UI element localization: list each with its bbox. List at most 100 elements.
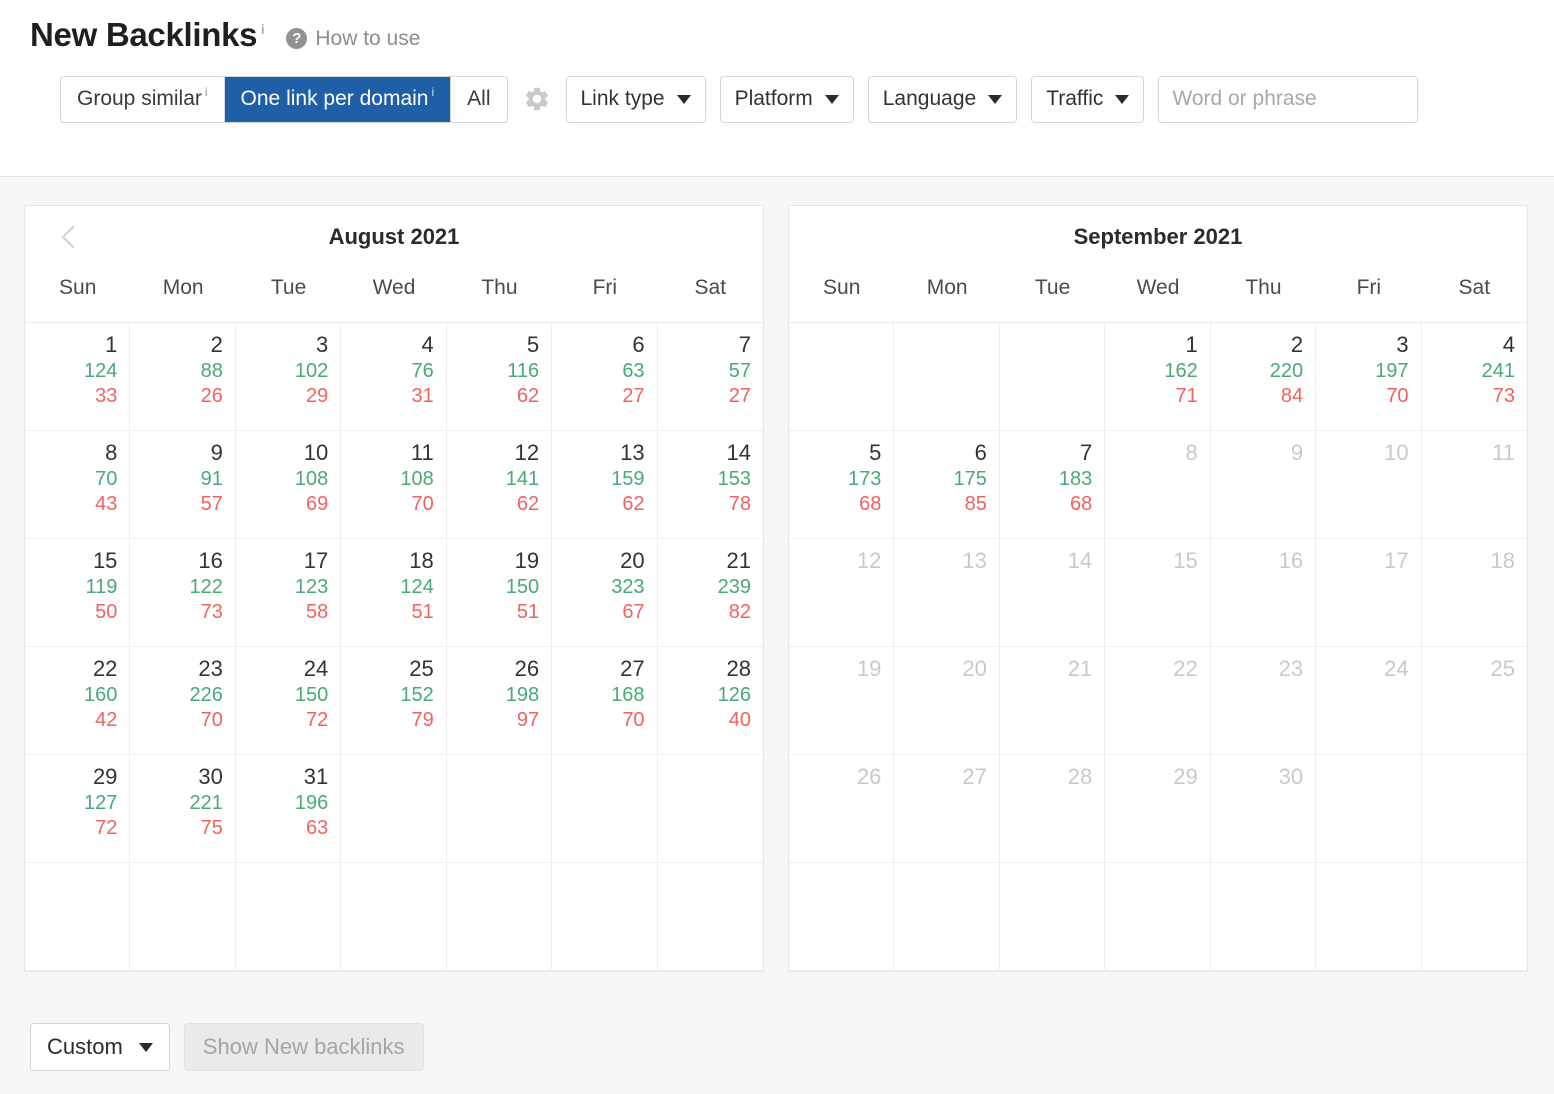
new-links-count: 70 xyxy=(25,467,117,492)
calendar-day-cell[interactable]: 1511950 xyxy=(25,539,130,647)
calendar-day-cell[interactable]: 1010869 xyxy=(236,431,341,539)
calendar-day-cell: 15 xyxy=(1105,539,1210,647)
day-number: 10 xyxy=(1316,439,1408,467)
calendar-day-cell[interactable]: 222084 xyxy=(1211,323,1316,431)
lost-links-count: 67 xyxy=(552,600,644,625)
lost-links-count: 40 xyxy=(658,708,751,733)
day-number: 2 xyxy=(130,331,222,359)
calendar-day-cell: 22 xyxy=(1105,647,1210,755)
new-links-count: 173 xyxy=(789,467,881,492)
weekday-thu: Thu xyxy=(447,268,552,322)
calendar-day-cell[interactable]: 2716870 xyxy=(552,647,657,755)
calendar-day-cell[interactable]: 424173 xyxy=(1422,323,1527,431)
calendar-cell-empty xyxy=(1316,863,1421,971)
new-links-count: 323 xyxy=(552,575,644,600)
day-number: 17 xyxy=(236,547,328,575)
weekday-fri: Fri xyxy=(552,268,657,322)
title-info-superscript[interactable]: i xyxy=(261,21,264,37)
day-number: 1 xyxy=(1105,331,1197,359)
calendar-day-cell[interactable]: 1110870 xyxy=(341,431,446,539)
calendar-day-cell[interactable]: 1712358 xyxy=(236,539,341,647)
day-number: 29 xyxy=(25,763,117,791)
calendar-day-cell[interactable]: 99157 xyxy=(130,431,235,539)
day-number: 8 xyxy=(25,439,117,467)
calendar-day-cell[interactable]: 87043 xyxy=(25,431,130,539)
dropdown-link-type[interactable]: Link type xyxy=(566,76,706,123)
calendar-september-header: September 2021 xyxy=(789,206,1527,268)
calendar-day-cell[interactable]: 517368 xyxy=(789,431,894,539)
calendar-day-cell[interactable]: 1812451 xyxy=(341,539,446,647)
calendar-day-cell[interactable]: 1315962 xyxy=(552,431,657,539)
title-row: New Backlinks i ? How to use xyxy=(30,18,1554,54)
new-links-count: 76 xyxy=(341,359,433,384)
calendar-day-cell[interactable]: 2322670 xyxy=(130,647,235,755)
calendar-day-cell: 19 xyxy=(789,647,894,755)
show-new-backlinks-button[interactable]: Show New backlinks xyxy=(184,1023,424,1071)
lost-links-count: 63 xyxy=(236,816,328,841)
calendar-day-cell[interactable]: 310229 xyxy=(236,323,341,431)
how-to-use-link[interactable]: ? How to use xyxy=(286,27,420,51)
calendar-day-cell[interactable]: 3119663 xyxy=(236,755,341,863)
segment-all[interactable]: All xyxy=(451,77,506,122)
calendar-day-cell[interactable]: 2415072 xyxy=(236,647,341,755)
lost-links-count: 58 xyxy=(236,600,328,625)
calendar-day-cell[interactable]: 1915051 xyxy=(447,539,552,647)
calendar-cell-empty xyxy=(894,323,999,431)
calendar-day-cell[interactable]: 2812640 xyxy=(658,647,763,755)
dropdown-platform[interactable]: Platform xyxy=(720,76,854,123)
calendar-day-cell[interactable]: 112433 xyxy=(25,323,130,431)
new-links-count: 196 xyxy=(236,791,328,816)
calendar-day-cell[interactable]: 2619897 xyxy=(447,647,552,755)
calendar-day-cell[interactable]: 617585 xyxy=(894,431,999,539)
calendar-day-cell[interactable]: 2216042 xyxy=(25,647,130,755)
new-links-count: 88 xyxy=(130,359,222,384)
dropdown-traffic[interactable]: Traffic xyxy=(1031,76,1144,123)
lost-links-count: 57 xyxy=(130,492,222,517)
new-links-count: 241 xyxy=(1422,359,1515,384)
day-number: 30 xyxy=(1211,763,1303,791)
segment-all-label: All xyxy=(467,87,490,111)
day-number: 12 xyxy=(789,547,881,575)
new-links-count: 226 xyxy=(130,683,222,708)
calendar-day-cell[interactable]: 319770 xyxy=(1316,323,1421,431)
calendar-cell-empty xyxy=(552,863,657,971)
calendar-day-cell[interactable]: 75727 xyxy=(658,323,763,431)
prev-month-chevron-left-icon[interactable] xyxy=(55,224,81,250)
calendar-day-cell[interactable]: 116271 xyxy=(1105,323,1210,431)
calendar-day-cell[interactable]: 718368 xyxy=(1000,431,1105,539)
calendar-day-cell: 24 xyxy=(1316,647,1421,755)
segment-one-link-per-domain[interactable]: One link per domaini xyxy=(225,77,452,122)
segment-group-similar-info: i xyxy=(205,85,208,99)
range-preset-dropdown[interactable]: Custom xyxy=(30,1023,170,1071)
calendar-day-cell[interactable]: 66327 xyxy=(552,323,657,431)
day-number: 30 xyxy=(130,763,222,791)
dropdown-language[interactable]: Language xyxy=(868,76,1017,123)
new-links-count: 127 xyxy=(25,791,117,816)
day-number: 26 xyxy=(447,655,539,683)
calendar-day-cell[interactable]: 2032367 xyxy=(552,539,657,647)
day-number: 11 xyxy=(1422,439,1515,467)
chevron-down-icon xyxy=(825,95,839,104)
day-number: 5 xyxy=(789,439,881,467)
calendar-day-cell[interactable]: 2515279 xyxy=(341,647,446,755)
calendar-day-cell[interactable]: 2912772 xyxy=(25,755,130,863)
chevron-down-icon xyxy=(1115,95,1129,104)
calendar-day-cell[interactable]: 47631 xyxy=(341,323,446,431)
calendar-day-cell[interactable]: 3022175 xyxy=(130,755,235,863)
segment-group-similar[interactable]: Group similari xyxy=(61,77,225,122)
day-number: 19 xyxy=(789,655,881,683)
calendar-day-cell: 21 xyxy=(1000,647,1105,755)
gear-icon[interactable] xyxy=(522,84,552,114)
calendar-day-cell[interactable]: 1214162 xyxy=(447,431,552,539)
calendar-day-cell[interactable]: 1612273 xyxy=(130,539,235,647)
calendar-day-cell[interactable]: 28826 xyxy=(130,323,235,431)
day-number: 13 xyxy=(894,547,986,575)
calendar-day-cell[interactable]: 511662 xyxy=(447,323,552,431)
new-links-count: 197 xyxy=(1316,359,1408,384)
calendar-day-cell[interactable]: 2123982 xyxy=(658,539,763,647)
calendar-cell-empty xyxy=(341,755,446,863)
calendar-day-cell[interactable]: 1415378 xyxy=(658,431,763,539)
search-input[interactable] xyxy=(1158,76,1418,123)
lost-links-count: 42 xyxy=(25,708,117,733)
question-mark-icon: ? xyxy=(286,28,307,49)
